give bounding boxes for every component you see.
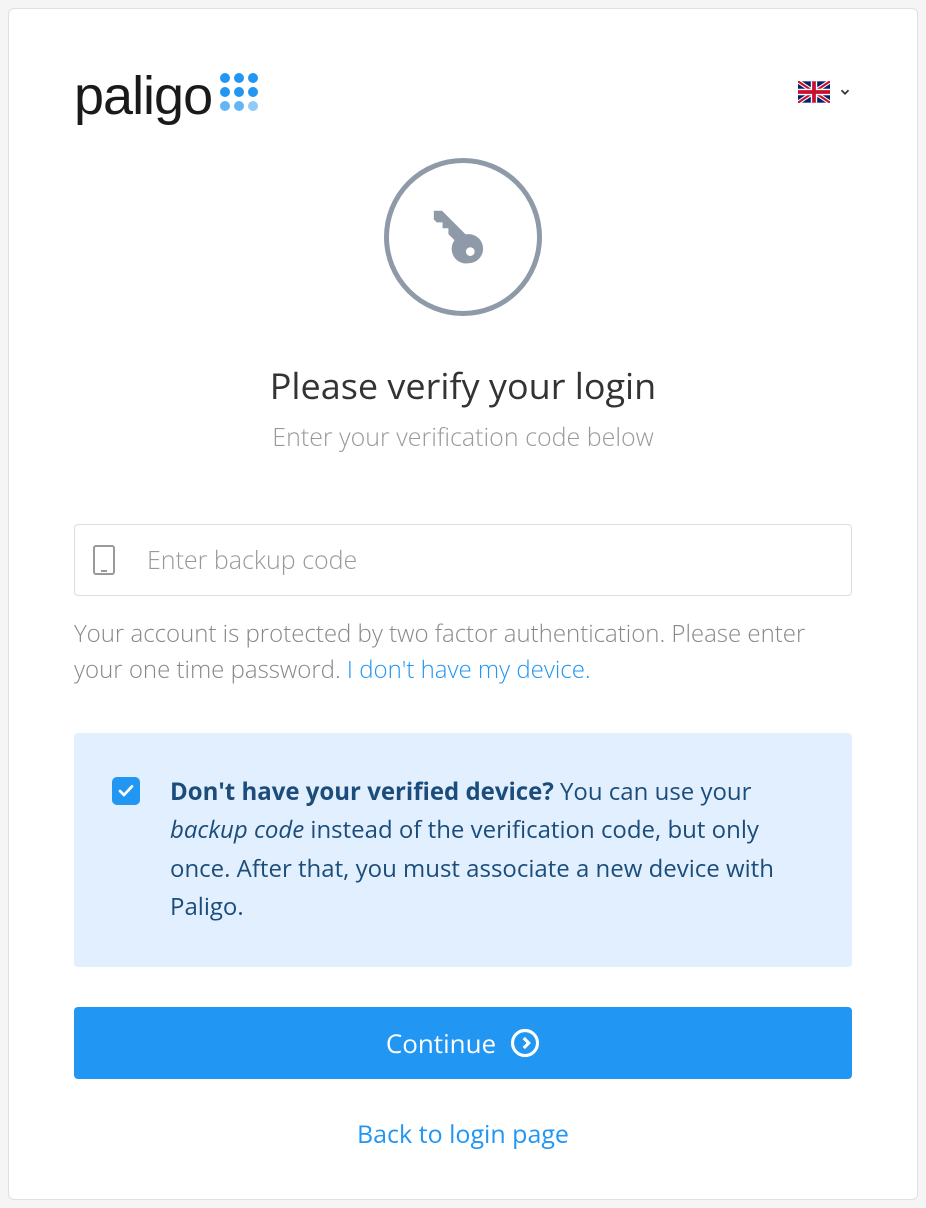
- language-selector[interactable]: [798, 81, 852, 103]
- backup-code-info-box: Don't have your verified device? You can…: [74, 733, 852, 967]
- paligo-logo: paligo: [74, 69, 258, 123]
- chevron-down-icon: [838, 85, 852, 99]
- help-text: Your account is protected by two factor …: [74, 616, 852, 688]
- info-italic-text: backup code: [170, 813, 304, 846]
- info-text-p1: You can use your: [554, 775, 752, 808]
- continue-button[interactable]: Continue: [74, 1007, 852, 1079]
- info-bold-text: Don't have your verified device?: [170, 775, 554, 808]
- uk-flag-icon: [798, 81, 830, 103]
- key-icon-circle: [384, 158, 542, 316]
- continue-label: Continue: [386, 1025, 496, 1061]
- login-verify-card: paligo: [8, 8, 918, 1200]
- logo-text: paligo: [74, 69, 212, 123]
- checkmark-icon: [118, 784, 134, 798]
- header: paligo: [74, 69, 852, 123]
- key-icon: [428, 202, 498, 272]
- back-to-login-link[interactable]: Back to login page: [74, 1117, 852, 1151]
- arrow-right-circle-icon: [510, 1028, 540, 1058]
- page-title: Please verify your login: [74, 361, 852, 410]
- phone-icon: [92, 544, 116, 576]
- info-text: Don't have your verified device? You can…: [170, 773, 814, 927]
- logo-dots-icon: [220, 73, 258, 111]
- backup-code-input[interactable]: [74, 524, 852, 596]
- page-subtitle: Enter your verification code below: [74, 420, 852, 454]
- code-input-group: [74, 524, 852, 596]
- info-checkbox[interactable]: [112, 777, 140, 805]
- no-device-link[interactable]: I don't have my device.: [347, 653, 591, 686]
